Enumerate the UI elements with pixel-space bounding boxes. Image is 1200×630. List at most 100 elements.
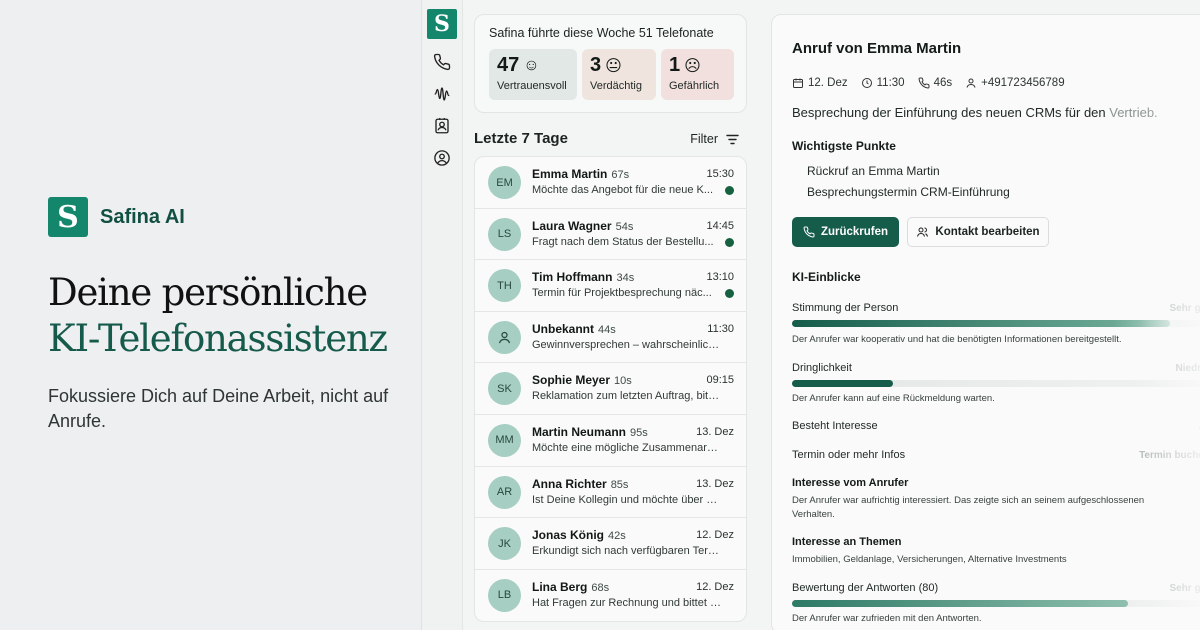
hero-title-line1: Deine persönliche — [48, 271, 368, 314]
frown-icon: ☹ — [684, 57, 701, 75]
call-list-item[interactable]: LS Laura Wagner 54s 14:45 Fragt nach dem Sta… — [475, 209, 746, 261]
interest-label: Besteht Interesse — [792, 420, 878, 432]
mood-bar — [792, 320, 1170, 327]
edit-contact-button[interactable]: Kontakt bearbeiten — [907, 217, 1049, 247]
phone-icon[interactable] — [432, 52, 452, 72]
call-list-item[interactable]: AR Anna Richter 85s 13. Dez Ist Deine Kolleg… — [475, 467, 746, 519]
stat-value: 1 — [669, 54, 681, 76]
call-preview: Hat Fragen zur Rechnung und bittet u... — [532, 596, 722, 609]
caller-name-text: Unbekannt — [532, 321, 595, 336]
avatar: LB — [488, 578, 521, 612]
user-circle-icon[interactable] — [432, 148, 452, 168]
urgency-note: Der Anrufer kann auf eine Rückmeldung wa… — [792, 393, 995, 404]
call-date: 12. Dez — [808, 77, 848, 89]
call-list-item[interactable]: TH Tim Hoffmann 34s 13:10 Termin für Projekt… — [475, 260, 746, 312]
call-duration: 85s — [610, 478, 629, 491]
stat-value: 47 — [497, 54, 520, 76]
avatar: TH — [488, 269, 521, 303]
appointment-value: Termin buchen — [1139, 450, 1200, 461]
caller-name: Jonas König 42s — [532, 528, 626, 542]
stat-suspicious[interactable]: 3 😐 Verdächtig — [582, 49, 656, 100]
unread-dot — [725, 289, 734, 299]
call-time: 11:30 — [876, 77, 905, 89]
call-description-fade: Vertrieb. — [1109, 105, 1158, 120]
call-time: 12. Dez — [696, 580, 734, 593]
calendar-icon — [793, 78, 803, 88]
call-list: EM Emma Martin 67s 15:30 Möchte das Angebot … — [474, 156, 747, 622]
hero-title-line2: KI-Telefonassistenz — [48, 317, 388, 360]
caller-name-text: Martin Neumann — [532, 424, 627, 439]
brand-name: Safina AI — [100, 205, 185, 228]
appointment-label: Termin oder mehr Infos — [792, 449, 906, 461]
hero-subtitle: Fokussiere Dich auf Deine Arbeit, nicht … — [48, 386, 389, 431]
avatar: AR — [488, 475, 521, 509]
app-logo[interactable]: S — [427, 9, 457, 39]
call-duration: 42s — [608, 530, 626, 543]
mood-label: Stimmung der Person — [792, 302, 899, 314]
caller-name: Anna Richter 85s — [532, 477, 628, 491]
answers-value: Sehr gut — [1169, 583, 1200, 594]
call-meta: 12. Dez 11:30 46s +491723456789 — [792, 77, 1078, 89]
brand: S Safina AI — [48, 197, 185, 237]
waveform-icon[interactable] — [432, 84, 452, 104]
urgency-bar — [792, 380, 893, 387]
users-icon — [917, 227, 929, 237]
caller-name: Unbekannt 44s — [532, 322, 616, 336]
caller-name-text: Laura Wagner — [532, 218, 612, 233]
call-list-item[interactable]: MM Martin Neumann 95s 13. Dez Möchte eine mö… — [475, 415, 746, 467]
call-description: Besprechung der Einführung des neuen CRM… — [792, 105, 1158, 120]
weekly-summary-card: Safina führte diese Woche 51 Telefonate … — [474, 14, 747, 113]
caller-name: Tim Hoffmann 34s — [532, 270, 634, 284]
edit-contact-label: Kontakt bearbeiten — [935, 226, 1040, 238]
phone-icon — [803, 226, 815, 238]
caller-name-text: Jonas König — [532, 528, 605, 543]
call-time: 13:10 — [706, 271, 734, 284]
filter-button[interactable]: Filter — [690, 132, 739, 146]
topics-heading: Interesse an Themen — [792, 536, 902, 548]
call-list-title: Letzte 7 Tage — [474, 130, 568, 147]
call-duration: 46s — [933, 77, 953, 89]
stat-label: Verdächtig — [590, 80, 642, 92]
answers-label: Bewertung der Antworten (80) — [792, 582, 939, 594]
phone-icon — [918, 77, 930, 89]
smile-icon: ☺ — [523, 56, 540, 74]
key-points-heading: Wichtigste Punkte — [792, 139, 896, 153]
contact-card-icon[interactable] — [432, 116, 452, 136]
call-duration: 54s — [615, 220, 634, 233]
call-time: 15:30 — [706, 168, 734, 180]
call-list-item[interactable]: JK Jonas König 42s 12. Dez Erkundigt sich na… — [475, 518, 746, 570]
call-preview: Möchte das Angebot für die neue K... — [532, 184, 714, 196]
avatar — [488, 320, 521, 354]
caller-name-text: Sophie Meyer — [532, 373, 611, 388]
call-preview: Erkundigt sich nach verfügbaren Term... — [532, 545, 722, 558]
call-list-item[interactable]: SK Sophie Meyer 10s 09:15 Reklamation zum le… — [475, 363, 746, 415]
call-duration: 10s — [614, 375, 632, 388]
nav-rail: S — [422, 0, 463, 630]
call-preview: Termin für Projektbesprechung näc... — [532, 287, 712, 300]
user-icon — [966, 78, 976, 88]
call-list-header: Letzte 7 Tage Filter — [474, 130, 747, 150]
caller-name-text: Tim Hoffmann — [532, 270, 613, 285]
callback-button[interactable]: Zurückrufen — [792, 217, 899, 247]
mood-value: Sehr gut — [1169, 303, 1200, 314]
call-preview: Fragt nach dem Status der Bestellu... — [532, 235, 714, 248]
call-list-item[interactable]: EM Emma Martin 67s 15:30 Möchte das Angebot … — [475, 157, 746, 209]
answers-bar — [792, 600, 1128, 607]
call-duration: 95s — [630, 426, 648, 439]
call-phone-number[interactable]: +491723456789 — [981, 77, 1064, 89]
clock-icon — [861, 78, 872, 88]
call-list-item[interactable]: Unbekannt 44s 11:30 Gewinnversprechen – wah… — [475, 312, 746, 364]
stat-dangerous[interactable]: 1 ☹ Gefährlich — [661, 49, 734, 100]
call-time: 12. Dez — [696, 529, 734, 542]
key-point: Besprechungstermin CRM-Einführung — [807, 185, 1010, 199]
stat-trustworthy[interactable]: 47 ☺ Vertrauensvoll — [489, 49, 577, 100]
call-description-text: Besprechung der Einführung des neuen CRM… — [792, 105, 1110, 120]
call-time: 09:15 — [706, 374, 734, 387]
call-preview: Ist Deine Kollegin und möchte über da... — [532, 493, 722, 506]
caller-name: Sophie Meyer 10s — [532, 373, 632, 387]
brand-logo: S — [48, 197, 88, 237]
stat-value: 3 — [590, 54, 602, 76]
caller-interest-note: Der Anrufer war aufrichtig interessiert.… — [792, 495, 1145, 520]
callback-label: Zurückrufen — [820, 226, 889, 238]
call-list-item[interactable]: LB Lina Berg 68s 12. Dez Hat Fragen zur Rech… — [475, 570, 746, 621]
